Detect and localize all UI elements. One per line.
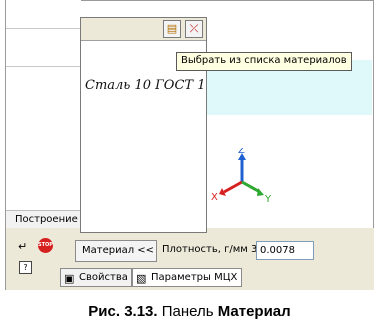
density-field[interactable]: 0.0078 <box>256 241 314 260</box>
divider <box>6 28 81 29</box>
caption-text: Панель <box>157 303 218 320</box>
axis-y-arrow <box>257 188 264 196</box>
tab-mass-parameters[interactable]: ▧ Параметры МЦХ <box>132 268 242 287</box>
material-panel: ▤ ⤫ Сталь 10 ГОСТ 1050-88 <box>80 17 207 233</box>
left-pane <box>6 0 81 225</box>
screenshot: Z X Y Построение ↵ STOP ? ▤ ⤫ Сталь 10 Г… <box>0 0 379 300</box>
stop-icon[interactable]: STOP <box>38 238 53 253</box>
tab-label: Свойства <box>79 272 128 283</box>
axis-y-label: Y <box>264 194 272 205</box>
figure-caption: Рис. 3.13. Панель Материал <box>0 303 379 320</box>
clear-material-icon: ⤫ <box>189 22 199 35</box>
material-toggle-button[interactable]: Материал << <box>75 240 157 262</box>
clear-material-button[interactable]: ⤫ <box>185 20 203 38</box>
caption-bold: Материал <box>217 303 291 320</box>
select-from-list-button[interactable]: ▤ <box>163 20 181 38</box>
properties-tab-icon: ▣ <box>64 272 75 285</box>
mass-parameters-tab-icon: ▧ <box>136 272 147 285</box>
axis-z-label: Z <box>238 148 245 156</box>
axis-x-label: X <box>211 192 218 203</box>
divider <box>6 66 81 67</box>
axis-y-line <box>241 180 261 194</box>
enter-object-icon[interactable]: ↵ <box>18 240 27 253</box>
select-from-list-icon: ▤ <box>166 22 178 35</box>
panel-tabs: ▣ Свойства ▧ Параметры МЦХ <box>60 268 374 288</box>
tooltip: Выбрать из списка материалов <box>176 52 352 71</box>
density-label: Плотность, г/мм 3 <box>162 244 258 255</box>
axis-x-line <box>223 180 243 194</box>
help-icon[interactable]: ? <box>19 260 32 274</box>
tab-build[interactable]: Построение <box>6 210 81 228</box>
tab-label: Параметры МЦХ <box>151 272 238 283</box>
caption-number: Рис. 3.13. <box>88 303 158 320</box>
axis-triad: Z X Y <box>211 148 272 205</box>
material-value[interactable]: Сталь 10 ГОСТ 1050-88 <box>85 78 205 93</box>
tab-properties[interactable]: ▣ Свойства <box>60 268 132 287</box>
panel-toolbar: ▤ ⤫ <box>81 18 206 41</box>
